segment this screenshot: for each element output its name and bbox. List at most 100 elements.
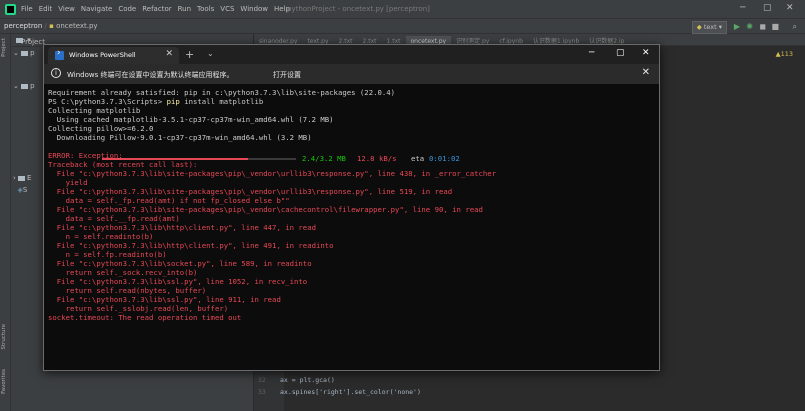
output-line: Collecting pillow>=6.2.0 bbox=[48, 124, 154, 133]
error-line: return self._sock.recv_into(b) bbox=[48, 268, 198, 277]
error-line: File "c:\python3.7.3\lib\http\client.py"… bbox=[48, 223, 316, 232]
tree-item-label: E bbox=[27, 174, 32, 182]
error-line: ERROR: Exception: bbox=[48, 151, 123, 160]
tool-tab-favorites[interactable]: Favorites bbox=[1, 369, 7, 394]
open-settings-link[interactable]: 打开设置 bbox=[273, 70, 301, 80]
chevron-down-icon: ▾ bbox=[716, 23, 722, 31]
close-button[interactable]: ✕ bbox=[786, 3, 794, 13]
ide-window-title: pythonProject - oncetext.py [perceptron] bbox=[287, 5, 430, 13]
tree-item[interactable]: ⌄ p bbox=[13, 49, 35, 57]
prompt-args: install matplotlib bbox=[179, 97, 264, 106]
output-line: Collecting matplotlib bbox=[48, 106, 141, 115]
tree-item-label: S bbox=[22, 186, 28, 194]
ide-menubar: File Edit View Navigate Code Refactor Run Tools… bbox=[0, 0, 805, 19]
inspection-warnings[interactable]: ▲113 bbox=[776, 50, 793, 58]
terminal-titlebar: Windows PowerShell ✕ + ⌄ ─ ▢ ✕ bbox=[44, 45, 659, 64]
menu-item-vcs[interactable]: VCS bbox=[220, 5, 234, 13]
debug-icon[interactable]: ✺ bbox=[746, 22, 753, 31]
pycharm-logo-icon bbox=[5, 4, 16, 15]
code-text: ax.spines['right'].set_color('none') bbox=[280, 388, 421, 396]
folder-icon bbox=[21, 83, 29, 89]
info-message: Windows 终端可在设置中设置为默认终端应用程序。 bbox=[67, 71, 234, 79]
prompt-prefix: PS C:\python3.7.3\Scripts> bbox=[48, 97, 167, 106]
progress-eta-label: eta bbox=[411, 154, 425, 163]
line-number: 32 bbox=[258, 376, 266, 384]
error-line: File "c:\python3.7.3\lib\site-packages\p… bbox=[48, 187, 453, 196]
run-config-select[interactable]: ◆ text ▾ bbox=[691, 21, 727, 34]
menu-item-edit[interactable]: Edit bbox=[39, 5, 53, 13]
terminal-tab[interactable]: Windows PowerShell ✕ bbox=[48, 47, 179, 64]
error-line: Traceback (most recent call last): bbox=[48, 160, 198, 169]
error-line: socket.timeout: The read operation timed… bbox=[48, 313, 242, 322]
powershell-icon bbox=[55, 48, 64, 60]
error-line: data = self.__fp.read(amt) bbox=[48, 214, 180, 223]
line-number: 33 bbox=[258, 388, 266, 396]
breadcrumb-project[interactable]: perceptron bbox=[4, 22, 42, 30]
run-config-label: text bbox=[703, 23, 717, 31]
left-tool-stripe: Project Structure Favorites bbox=[0, 34, 11, 411]
error-line: n = self.fp.readinto(b) bbox=[48, 250, 167, 259]
error-line: File "c:\python3.7.3\lib\socket.py", lin… bbox=[48, 259, 312, 268]
code-text: ax = plt.gca() bbox=[280, 376, 335, 384]
terminal-close-button[interactable]: ✕ bbox=[642, 48, 650, 58]
error-line: File "c:\python3.7.3\lib\ssl.py", line 9… bbox=[48, 295, 281, 304]
folder-icon bbox=[21, 50, 29, 56]
menu-item-code[interactable]: Code bbox=[118, 5, 136, 13]
maximize-button[interactable]: ▢ bbox=[763, 3, 772, 13]
error-line: File "c:\python3.7.3\lib\http\client.py"… bbox=[48, 241, 334, 250]
terminal-maximize-button[interactable]: ▢ bbox=[616, 48, 625, 58]
error-line: File "c:\python3.7.3\lib\site-packages\p… bbox=[48, 169, 497, 178]
menu-item-tools[interactable]: Tools bbox=[197, 5, 214, 13]
folder-icon bbox=[18, 175, 26, 181]
error-line: return self._sslobj.read(len, buffer) bbox=[48, 304, 229, 313]
output-line: Requirement already satisfied: pip in c:… bbox=[48, 88, 396, 97]
error-line: data = self._fp.read(amt) if not fp_clos… bbox=[48, 196, 290, 205]
menu-item-refactor[interactable]: Refactor bbox=[142, 5, 171, 13]
menu-item-view[interactable]: View bbox=[58, 5, 75, 13]
prompt-command: pip bbox=[166, 97, 180, 106]
ide-navbar: perceptron / ▪ oncetext.py ◆ text ▾ ▶ ✺ … bbox=[0, 19, 805, 34]
download-progress-track bbox=[248, 158, 296, 160]
project-panel-title[interactable]: Project bbox=[21, 38, 45, 46]
powershell-window: Windows PowerShell ✕ + ⌄ ─ ▢ ✕ i Windows… bbox=[43, 44, 660, 371]
new-tab-button[interactable]: + bbox=[185, 48, 194, 61]
error-line: return self.read(nbytes, buffer) bbox=[48, 286, 207, 295]
coverage-icon[interactable]: ◼ bbox=[759, 22, 766, 31]
output-line: Downloading Pillow-9.0.1-cp37-cp37m-win_… bbox=[48, 133, 312, 142]
error-line: File "c:\python3.7.3\lib\site-packages\p… bbox=[48, 205, 483, 214]
python-icon: ◆ bbox=[696, 23, 704, 31]
prompt-line: PS C:\python3.7.3\Scripts> pip install m… bbox=[48, 97, 263, 106]
output-line: Using cached matplotlib-3.5.1-cp37-cp37m… bbox=[48, 115, 334, 124]
tool-tab-structure[interactable]: Structure bbox=[1, 324, 7, 350]
search-icon[interactable]: ⌕ bbox=[793, 22, 797, 31]
tab-dropdown-icon[interactable]: ⌄ bbox=[207, 49, 214, 58]
tree-item[interactable]: ⌄ p bbox=[13, 82, 35, 90]
code-line: 33 ax.spines['right'].set_color('none') bbox=[258, 388, 421, 396]
info-close-icon[interactable]: ✕ bbox=[642, 67, 650, 78]
tree-item-label: p bbox=[30, 82, 35, 90]
error-line: n = self.readinto(b) bbox=[48, 232, 154, 241]
minimize-button[interactable]: ─ bbox=[740, 3, 745, 13]
tab-close-icon[interactable]: ✕ bbox=[165, 49, 173, 59]
breadcrumb-file[interactable]: oncetext.py bbox=[56, 22, 98, 30]
tree-item[interactable]: ◈S bbox=[13, 186, 27, 194]
code-line: 32 ax = plt.gca() bbox=[258, 376, 335, 384]
stop-icon[interactable]: ■ bbox=[771, 22, 779, 31]
info-bar: i Windows 终端可在设置中设置为默认终端应用程序。 打开设置 ✕ bbox=[44, 64, 659, 85]
info-icon: i bbox=[51, 68, 61, 78]
menu-item-navigate[interactable]: Navigate bbox=[81, 5, 112, 13]
terminal-minimize-button[interactable]: ─ bbox=[589, 48, 594, 58]
tree-item[interactable]: › E bbox=[13, 174, 31, 182]
tool-tab-project[interactable]: Project bbox=[1, 38, 7, 57]
menu-item-file[interactable]: File bbox=[21, 5, 33, 13]
run-icon[interactable]: ▶ bbox=[734, 22, 740, 31]
terminal-tab-title: Windows PowerShell bbox=[69, 51, 136, 59]
error-line: File "c:\python3.7.3\lib\ssl.py", line 1… bbox=[48, 277, 308, 286]
menu-item-window[interactable]: Window bbox=[240, 5, 268, 13]
progress-eta: 0:01:02 bbox=[429, 154, 460, 163]
progress-size: 2.4/3.2 MB bbox=[302, 154, 346, 163]
terminal-output[interactable]: 2.4/3.2 MB 12.8 kB/s eta 0:01:02 Require… bbox=[44, 84, 659, 370]
menu-item-run[interactable]: Run bbox=[178, 5, 191, 13]
error-line: yield bbox=[48, 178, 88, 187]
breadcrumb: perceptron / ▪ oncetext.py bbox=[4, 22, 98, 30]
